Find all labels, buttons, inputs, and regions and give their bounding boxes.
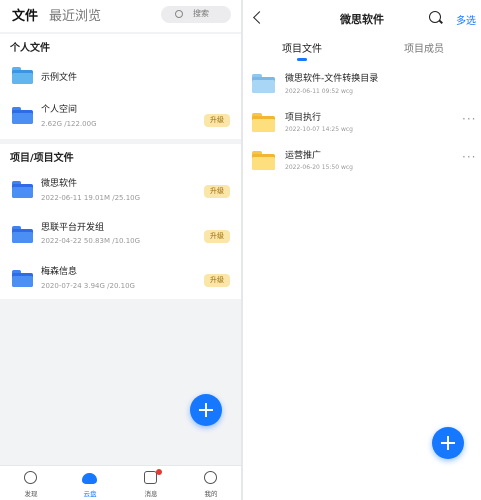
more-icon[interactable]: ···: [462, 150, 476, 164]
item-name: 个人空间: [41, 105, 78, 115]
folder-meta: 2022-10-07 14:25 wcg: [285, 126, 353, 133]
cloud-icon: [82, 473, 97, 484]
folder-icon: [12, 270, 33, 287]
section-title-projects: 项目/项目文件: [10, 153, 74, 164]
search-icon[interactable]: [429, 11, 441, 23]
search-button[interactable]: 搜索: [161, 6, 231, 23]
multi-select-button[interactable]: 多选: [456, 12, 476, 27]
upgrade-button[interactable]: 升级: [204, 185, 230, 198]
add-button[interactable]: [190, 394, 222, 426]
right-header: 微思软件 多选 项目文件 项目成员: [243, 0, 481, 64]
profile-icon: [204, 471, 217, 484]
project-files-card: 项目/项目文件 微思软件 2022-06-11 19.01M /25.10G 升…: [0, 144, 241, 299]
folder-icon: [252, 113, 275, 132]
upgrade-button[interactable]: 升级: [204, 230, 230, 243]
item-name: 微思软件: [41, 179, 78, 189]
section-title-personal: 个人文件: [10, 43, 50, 54]
nav-item-cloud[interactable]: 云盘: [70, 466, 110, 500]
item-name: 示例文件: [41, 73, 78, 83]
upgrade-button[interactable]: 升级: [204, 274, 230, 287]
project-folder-pane: 微思软件 多选 项目文件 项目成员 微思软件-文件转换目录 2022-06-11…: [243, 0, 481, 500]
folder-name: 微思软件-文件转换目录: [285, 74, 379, 84]
nav-label: 我的: [204, 490, 218, 498]
folder-icon: [252, 74, 275, 93]
list-item-project[interactable]: 梅森信息 2020-07-24 3.94G /20.10G 升级: [0, 259, 241, 299]
nav-label: 云盘: [83, 490, 97, 498]
left-header: 文件 最近浏览 搜索: [0, 0, 241, 32]
tab-indicator: [297, 58, 307, 61]
folder-meta: 2022-06-20 15:50 wcg: [285, 164, 353, 171]
folder-meta: 2022-06-11 09:52 wcg: [285, 88, 353, 95]
nav-item-profile[interactable]: 我的: [191, 466, 231, 500]
compass-icon: [24, 471, 37, 484]
list-item-sample-files[interactable]: 示例文件: [0, 56, 241, 96]
add-button[interactable]: [432, 427, 464, 459]
nav-label: 发现: [24, 490, 38, 498]
upgrade-button[interactable]: 升级: [204, 114, 230, 127]
folder-name: 项目执行: [285, 113, 322, 123]
item-name: 思联平台开发组: [41, 223, 105, 233]
personal-files-card: 个人文件 示例文件 个人空间 2.62G /122.00G 升级: [0, 34, 241, 139]
folder-icon: [12, 181, 33, 198]
bottom-nav: 发现 云盘 消息 我的: [0, 465, 241, 500]
search-icon: [175, 10, 183, 18]
folder-icon: [12, 107, 33, 124]
folder-icon: [252, 151, 275, 170]
nav-item-messages[interactable]: 消息: [131, 466, 171, 500]
nav-label: 消息: [144, 490, 158, 498]
tab-files[interactable]: 文件: [12, 5, 38, 24]
item-storage: 2.62G /122.00G: [41, 120, 97, 128]
list-item-personal-space[interactable]: 个人空间 2.62G /122.00G 升级: [0, 96, 241, 136]
list-item-project[interactable]: 思联平台开发组 2022-04-22 50.83M /10.10G 升级: [0, 215, 241, 255]
search-label: 搜索: [193, 9, 209, 18]
message-icon: [144, 471, 157, 484]
list-item-project[interactable]: 微思软件 2022-06-11 19.01M /25.10G 升级: [0, 170, 241, 210]
more-icon[interactable]: ···: [462, 112, 476, 126]
folder-icon: [12, 226, 33, 243]
notification-dot: [156, 469, 162, 475]
tab-project-files[interactable]: 项目文件: [282, 40, 322, 55]
list-item-folder[interactable]: 运营推广 2022-06-20 15:50 wcg ···: [243, 145, 481, 179]
item-meta: 2022-06-11 19.01M /25.10G: [41, 194, 141, 202]
page-title: 微思软件: [340, 13, 384, 26]
tab-project-members[interactable]: 项目成员: [404, 40, 444, 55]
item-meta: 2022-04-22 50.83M /10.10G: [41, 237, 141, 245]
item-name: 梅森信息: [41, 267, 78, 277]
cloud-drive-pane: 文件 最近浏览 搜索 个人文件 示例文件 个人空间 2.62G /122.00G…: [0, 0, 241, 500]
nav-item-discover[interactable]: 发现: [11, 466, 51, 500]
list-item-folder[interactable]: 项目执行 2022-10-07 14:25 wcg ···: [243, 107, 481, 141]
tab-recent[interactable]: 最近浏览: [49, 5, 101, 24]
folder-name: 运营推广: [285, 151, 322, 161]
list-item-folder[interactable]: 微思软件-文件转换目录 2022-06-11 09:52 wcg: [243, 68, 481, 102]
folder-icon: [12, 67, 33, 84]
item-meta: 2020-07-24 3.94G /20.10G: [41, 282, 135, 290]
